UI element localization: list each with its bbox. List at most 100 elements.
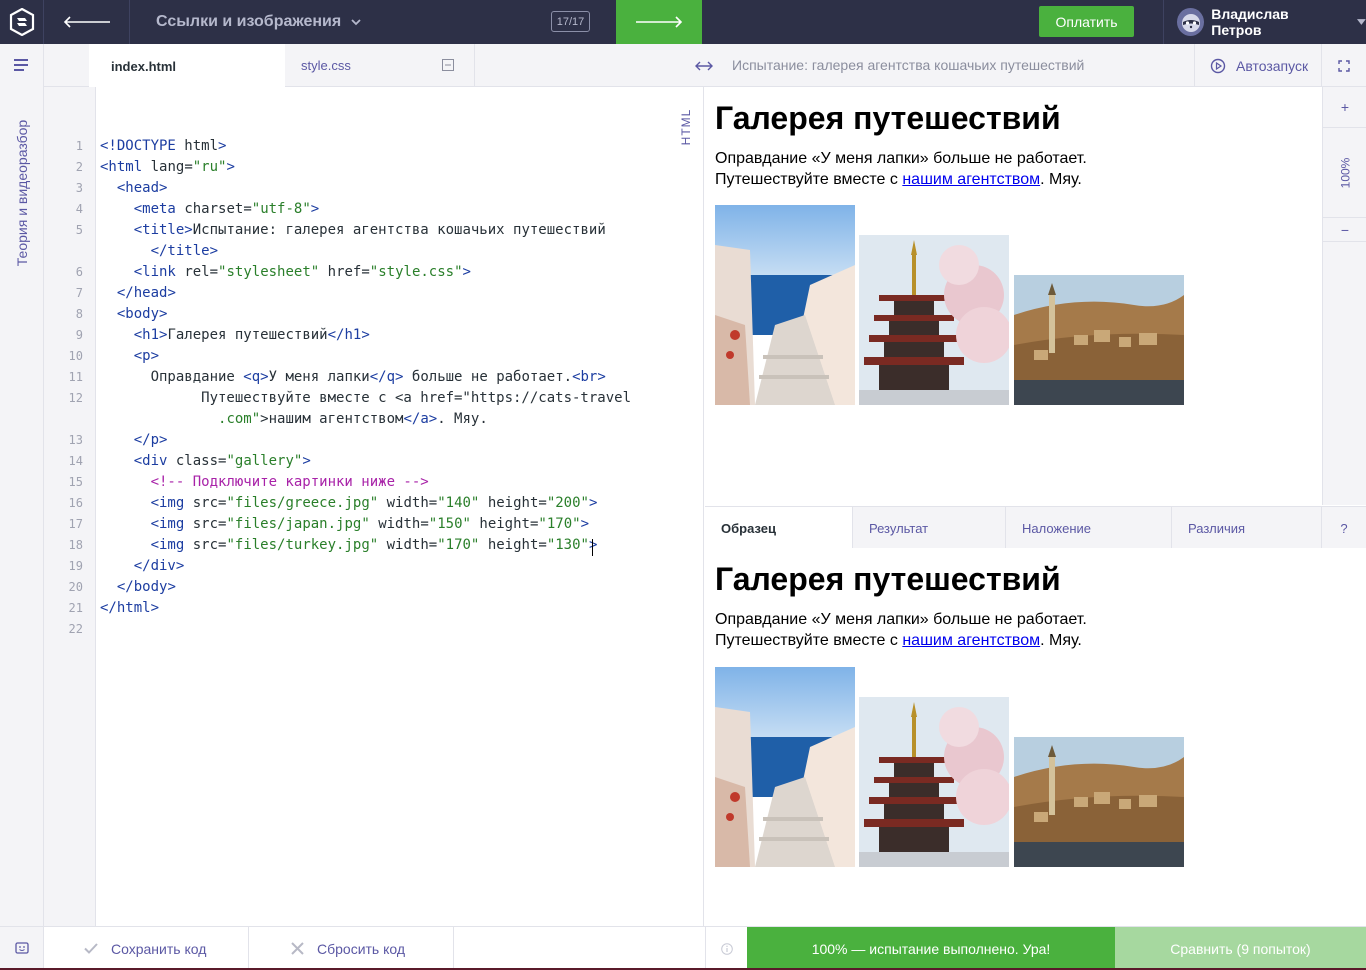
arrows-horizontal-icon <box>695 61 713 70</box>
minimize-icon[interactable] <box>442 59 454 71</box>
code-line[interactable]: <!DOCTYPE html> <box>100 138 226 154</box>
result-preview: Галерея путешествий Оправдание «У меня л… <box>705 87 1322 505</box>
help-button[interactable]: ? <box>1322 507 1366 549</box>
code-line[interactable]: <img src="files/turkey.jpg" width="170" … <box>100 537 598 553</box>
next-button[interactable] <box>616 0 702 44</box>
tab-sample[interactable]: Образец <box>705 507 853 549</box>
back-button[interactable] <box>44 0 130 44</box>
pay-button[interactable]: Оплатить <box>1039 6 1134 37</box>
turkey-image <box>1014 275 1184 405</box>
user-menu[interactable]: Владислав Петров <box>1163 0 1366 44</box>
save-label: Сохранить код <box>111 940 207 957</box>
line-number: 15 <box>68 475 83 489</box>
play-circle-icon <box>1210 58 1226 73</box>
sample-heading: Галерея путешествий <box>715 561 1061 597</box>
line-number: 19 <box>68 559 83 573</box>
code-line[interactable]: <img src="files/japan.jpg" width="150" h… <box>100 516 589 532</box>
code-line[interactable]: </html> <box>100 600 159 616</box>
code-line[interactable]: Оправдание <q>У меня лапки</q> больше не… <box>100 369 606 385</box>
zoom-controls: + 100% − <box>1322 87 1366 505</box>
language-label: HTML <box>679 108 693 146</box>
info-button[interactable] <box>705 927 747 970</box>
tab-diff[interactable]: Различия <box>1172 507 1322 549</box>
code-line[interactable]: <meta charset="utf-8"> <box>100 201 320 217</box>
tab-result[interactable]: Результат <box>853 507 1006 549</box>
raccoon-icon <box>1181 14 1200 32</box>
compare-button[interactable]: Сравнить (9 попыток) <box>1115 927 1366 970</box>
code-line[interactable]: </title> <box>100 243 218 259</box>
compare-tabs: Образец Результат Наложение Различия ? <box>705 506 1366 549</box>
reset-button[interactable]: Сбросить код <box>249 927 454 970</box>
tab-label: style.css <box>301 58 351 73</box>
check-icon <box>84 943 98 954</box>
text-cursor <box>592 539 593 556</box>
code-line[interactable]: <!-- Подключите картинки ниже --> <box>100 474 429 490</box>
menu-icon[interactable] <box>14 58 30 72</box>
expand-icon <box>1338 59 1350 72</box>
line-number: 16 <box>68 496 83 510</box>
line-number: 10 <box>68 349 83 363</box>
autorun-toggle[interactable]: Автозапуск <box>1194 44 1322 87</box>
code-line[interactable]: <html lang="ru"> <box>100 159 235 175</box>
japan-image <box>859 235 1009 405</box>
tab-overlay[interactable]: Наложение <box>1006 507 1172 549</box>
tab-label: index.html <box>111 58 177 74</box>
expand-button[interactable] <box>1322 44 1366 87</box>
line-number: 7 <box>75 286 83 300</box>
chapter-selector[interactable]: Ссылки и изображения <box>130 0 616 44</box>
logo-icon <box>9 8 34 36</box>
status-banner: 100% — испытание выполнено. Ура! <box>747 927 1115 970</box>
feedback-button[interactable] <box>0 927 44 970</box>
code-line[interactable]: <div class="gallery"> <box>100 453 311 469</box>
line-number: 17 <box>68 517 83 531</box>
line-number: 5 <box>75 223 83 237</box>
code-line[interactable]: .com">нашим агентством</a>. Мяу. <box>100 411 488 427</box>
sample-page: Галерея путешествий Оправдание «У меня л… <box>715 563 1087 651</box>
tab-style-css[interactable]: style.css <box>285 44 475 87</box>
chapter-title: Ссылки и изображения <box>156 13 342 30</box>
code-line[interactable]: Путешествуйте вместе с <a href="https://… <box>100 390 631 406</box>
autorun-label: Автозапуск <box>1236 57 1309 74</box>
code-line[interactable]: </body> <box>100 579 176 595</box>
zoom-in-button[interactable]: + <box>1323 87 1366 128</box>
agency-link[interactable]: нашим агентством <box>902 171 1040 188</box>
code-line[interactable]: </div> <box>100 558 185 574</box>
theory-label: Теория и видеоразбор <box>14 119 30 267</box>
line-number: 3 <box>75 181 83 195</box>
code-line[interactable]: <img src="files/greece.jpg" width="140" … <box>100 495 598 511</box>
code-area[interactable]: <!DOCTYPE html> <html lang="ru"> <head> <… <box>96 87 704 926</box>
code-line[interactable]: <body> <box>100 306 168 322</box>
tab-index-html[interactable]: index.html <box>89 44 285 88</box>
line-number: 6 <box>75 265 83 279</box>
greece-image <box>715 205 855 405</box>
code-line[interactable]: <title>Испытание: галерея агентства коша… <box>100 222 606 238</box>
code-line[interactable]: <head> <box>100 180 168 196</box>
line-number: 12 <box>68 391 83 405</box>
save-button[interactable]: Сохранить код <box>44 927 249 970</box>
code-line[interactable]: <p> <box>100 348 159 364</box>
line-number: 18 <box>68 538 83 552</box>
line-number: 8 <box>75 307 83 321</box>
progress-counter: 17/17 <box>551 11 590 32</box>
line-number: 13 <box>68 433 83 447</box>
reset-label: Сбросить код <box>317 940 406 957</box>
code-line[interactable]: </head> <box>100 285 176 301</box>
logo[interactable] <box>0 0 44 44</box>
top-bar: Ссылки и изображения 17/17 Оплатить Влад… <box>0 0 1366 44</box>
sample-paragraph: Оправдание «У меня лапки» больше не рабо… <box>715 611 1087 649</box>
line-number: 9 <box>75 328 83 342</box>
theory-link[interactable]: Теория и видеоразбор <box>6 108 38 278</box>
line-number: 4 <box>75 202 83 216</box>
zoom-out-button[interactable]: − <box>1323 218 1366 242</box>
code-line[interactable]: <link rel="stylesheet" href="style.css"> <box>100 264 471 280</box>
bottom-bar: Сохранить код Сбросить код 100% — испыта… <box>0 926 1366 970</box>
chevron-down-icon <box>351 18 361 25</box>
code-line[interactable]: </p> <box>100 432 168 448</box>
sample-agency-link[interactable]: нашим агентством <box>902 632 1040 649</box>
code-line[interactable]: <h1>Галерея путешествий</h1> <box>100 327 370 343</box>
left-rail: Теория и видеоразбор <box>0 44 44 926</box>
info-icon <box>720 942 733 955</box>
editor-tabs: index.html style.css <box>44 44 704 88</box>
page-heading: Галерея путешествий <box>715 100 1061 136</box>
resize-handle[interactable] <box>689 44 719 87</box>
